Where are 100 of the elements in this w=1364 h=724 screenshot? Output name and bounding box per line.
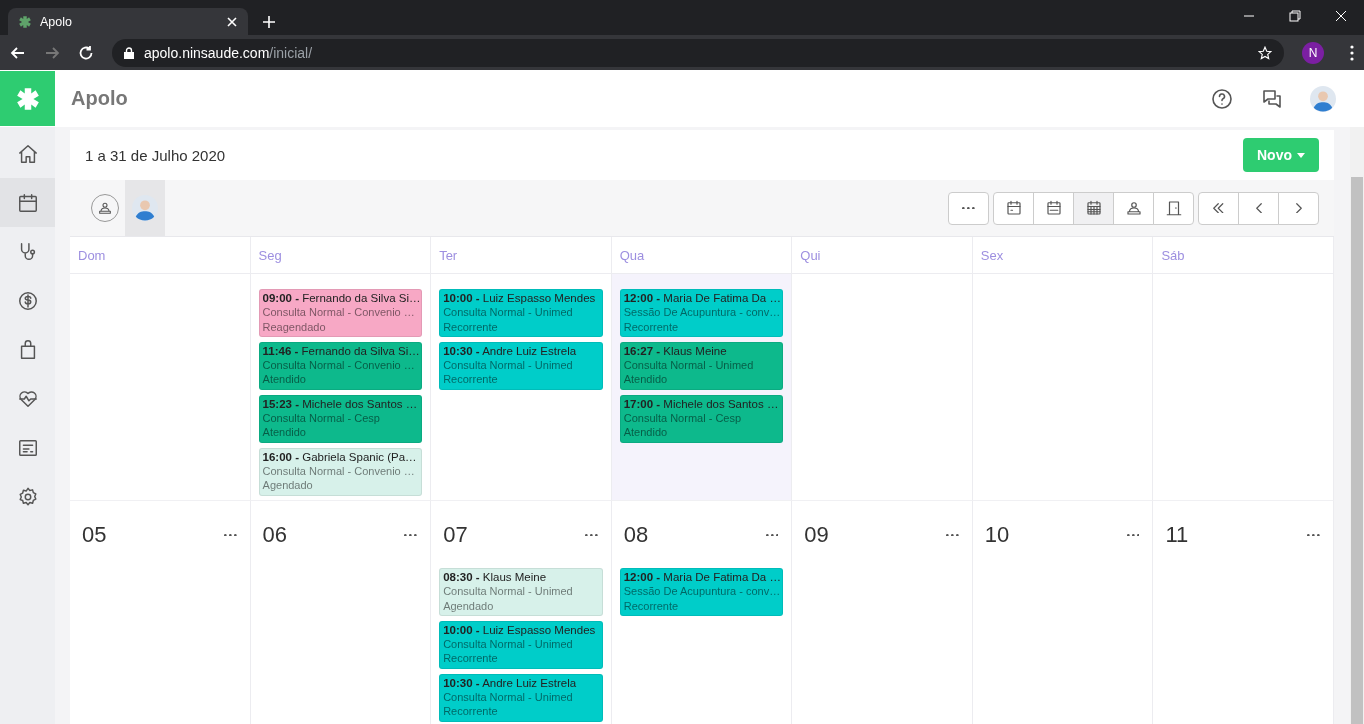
appointment-service: Consulta Normal - Unimed [443, 584, 574, 599]
appointment-service: Consulta Normal - Cesp [623, 411, 743, 426]
day-number: 09 [804, 522, 829, 548]
appointment-service: Consulta Normal - Convenio … [262, 305, 416, 320]
appointment-service: Sessão De Acupuntura - conv… [623, 305, 780, 320]
period-title: 1 a 31 de Julho 2020 [85, 146, 226, 164]
appointment-status: Recorrente [623, 319, 680, 334]
dollar-icon [16, 289, 39, 312]
profile-avatar[interactable]: N [1302, 41, 1324, 64]
appointment-card[interactable]: 12:00 - Maria De Fatima Da … Sessão De Acupuntura - conv… Recorrente [619, 568, 784, 616]
appointment-card[interactable]: 12:00 - Maria De Fatima Da … Sessão De Acupuntura - conv… Recorrente [619, 289, 784, 337]
door-icon [1164, 199, 1183, 217]
calendar-grid-icon [1084, 199, 1103, 217]
appointment-card[interactable]: 10:30 - Andre Luiz Estrela Consulta Normal - Unimed Recorrente [439, 673, 603, 722]
appointment-title: 12:00 - Maria De Fatima Da … [623, 291, 780, 306]
appointment-status: Atendido [623, 372, 669, 387]
appointment-title: 10:00 - Luiz Espasso Mendes [443, 291, 597, 306]
day-number: 07 [443, 522, 468, 548]
weekday-header: Dom [70, 237, 251, 274]
appointment-card[interactable]: 16:00 - Gabriela Spanic (Pa… Consulta Normal - Convenio … Agendado [258, 447, 423, 496]
reload-icon[interactable] [78, 44, 94, 61]
day-number: 06 [262, 522, 288, 548]
address-bar[interactable]: apolo.ninsaude.com/inicial/ [112, 38, 1284, 67]
more-icon [585, 533, 598, 537]
appointment-title: 09:00 - Fernando da Silva Si… [262, 291, 419, 306]
appointment-card[interactable]: 08:30 - Klaus Meine Consulta Normal - Unimed Agendado [439, 568, 603, 616]
day-menu-button[interactable] [404, 533, 418, 537]
chevron-left-icon [1255, 202, 1262, 214]
appointment-status: Recorrente [443, 651, 499, 666]
appointment-title: 12:00 - Maria De Fatima Da … [623, 570, 780, 585]
view-button[interactable] [1153, 191, 1194, 225]
appointment-status: Recorrente [443, 319, 499, 334]
appointment-status: Recorrente [443, 704, 499, 719]
appointment-title: 08:30 - Klaus Meine [443, 570, 548, 585]
appointment-title: 15:23 - Michele dos Santos … [262, 396, 419, 412]
new-tab-icon[interactable] [262, 15, 276, 29]
day-menu-button[interactable] [585, 533, 598, 537]
view-button[interactable] [1073, 191, 1114, 225]
url-text: apolo.ninsaude.com/inicial/ [144, 44, 313, 61]
calendar-week-icon [1004, 199, 1023, 217]
avatar-icon [132, 195, 158, 221]
day-number: 10 [984, 522, 1010, 548]
calendar-icon [16, 191, 39, 214]
appointment-status: Reagendado [262, 319, 327, 334]
appointment-card[interactable]: 17:00 - Michele dos Santos … Consulta Normal - Cesp Atendido [619, 394, 784, 443]
appointment-service: Consulta Normal - Unimed [443, 637, 574, 652]
day-menu-button[interactable] [946, 533, 959, 537]
browser-tab[interactable]: Apolo [8, 8, 248, 35]
nav-button[interactable] [1198, 191, 1239, 225]
appointment-status: Recorrente [443, 372, 499, 387]
appointment-title: 10:30 - Andre Luiz Estrela [443, 343, 578, 359]
forward-icon[interactable] [44, 44, 60, 61]
more-icon [1126, 533, 1140, 537]
day-menu-button[interactable] [1126, 533, 1140, 537]
appointment-service: Consulta Normal - Convenio … [262, 463, 416, 479]
day-number: 05 [82, 522, 107, 548]
scrollbar[interactable] [1350, 127, 1364, 724]
person-desk-icon [97, 200, 113, 216]
appointment-card[interactable]: 15:23 - Michele dos Santos … Consulta Normal - Cesp Atendido [258, 394, 423, 443]
sidebar-item[interactable] [0, 178, 55, 227]
menu-icon[interactable] [1350, 44, 1354, 61]
close-icon[interactable] [226, 15, 238, 28]
appointment-card[interactable]: 16:27 - Klaus Meine Consulta Normal - Unimed Atendido [619, 341, 784, 390]
appointment-service: Sessão De Acupuntura - conv… [623, 584, 780, 599]
app-title: Apolo [71, 87, 129, 110]
day-menu-button[interactable] [765, 533, 779, 537]
logo-icon [18, 14, 32, 29]
back-icon[interactable] [10, 44, 26, 61]
professional-filter[interactable] [125, 180, 165, 236]
help-icon[interactable] [1210, 86, 1234, 111]
chevron-right-icon [1295, 202, 1302, 214]
appointment-title: 16:27 - Klaus Meine [623, 343, 728, 359]
day-menu-button[interactable] [223, 533, 237, 537]
appointment-title: 17:00 - Michele dos Santos … [623, 396, 780, 412]
more-icon [962, 206, 975, 210]
more-icon [765, 533, 779, 537]
appointment-status: Recorrente [623, 598, 680, 613]
appointment-card[interactable]: 09:00 - Fernando da Silva Si… Consulta Normal - Convenio … Reagendado [258, 289, 423, 337]
appointment-service: Consulta Normal - Unimed [443, 305, 574, 320]
weekday-header: Qui [792, 237, 973, 274]
avatar-icon[interactable] [1310, 85, 1336, 112]
star-icon[interactable] [1258, 45, 1272, 60]
logo-icon [14, 85, 41, 112]
appointment-title: 16:00 - Gabriela Spanic (Pa… [262, 449, 418, 464]
more-icon [1307, 533, 1320, 537]
view-button[interactable] [993, 191, 1034, 225]
appointment-card[interactable]: 10:00 - Luiz Espasso Mendes Consulta Normal - Unimed Recorrente [439, 289, 603, 337]
appointment-card[interactable]: 10:00 - Luiz Espasso Mendes Consulta Normal - Unimed Recorrente [439, 620, 603, 669]
view-button[interactable] [1033, 191, 1074, 225]
day-menu-button[interactable] [1307, 533, 1320, 537]
view-button[interactable] [1113, 191, 1154, 225]
caret-icon [1297, 152, 1305, 158]
appointment-status: Atendido [262, 372, 307, 387]
appointment-card[interactable]: 11:46 - Fernando da Silva Si… Consulta Normal - Convenio … Atendido [258, 341, 423, 390]
appointment-service: Consulta Normal - Unimed [623, 358, 755, 373]
appointment-title: 11:46 - Fernando da Silva Si… [262, 343, 419, 359]
day-number: 08 [623, 522, 649, 548]
appointment-card[interactable]: 10:30 - Andre Luiz Estrela Consulta Normal - Unimed Recorrente [439, 341, 603, 390]
appointment-title: 10:00 - Luiz Espasso Mendes [443, 622, 597, 638]
calendar-days-icon [1044, 199, 1063, 217]
